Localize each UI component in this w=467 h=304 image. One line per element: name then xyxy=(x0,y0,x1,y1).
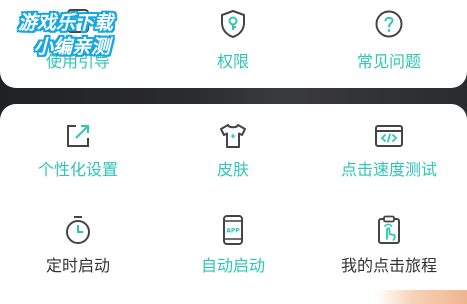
personalize-icon xyxy=(67,125,89,147)
top-menu-card: 使用引导 权限 常见问题 xyxy=(0,0,467,88)
tile-label: 皮肤 xyxy=(216,160,249,179)
code-window-icon xyxy=(375,125,403,147)
tile-permission[interactable]: 权限 xyxy=(155,0,311,88)
app-phone-icon: APP xyxy=(223,215,243,245)
tile-auto-start[interactable]: APP 自动启动 xyxy=(155,208,311,288)
tile-click-speed-test[interactable]: 点击速度测试 xyxy=(311,114,467,204)
tile-label: 权限 xyxy=(216,52,249,71)
tile-guide[interactable]: 使用引导 xyxy=(0,0,156,88)
tile-label: 点击速度测试 xyxy=(340,160,437,179)
tap-clipboard-icon xyxy=(378,215,400,244)
tile-label: 自动启动 xyxy=(200,256,265,275)
tile-skin[interactable]: 皮肤 xyxy=(155,114,311,204)
tile-personalize[interactable]: 个性化设置 xyxy=(0,114,156,204)
tile-click-journey[interactable]: 我的点击旅程 xyxy=(311,208,467,288)
tile-label: 我的点击旅程 xyxy=(340,256,437,275)
timer-icon xyxy=(66,216,90,244)
tile-label: 常见问题 xyxy=(356,52,421,71)
question-icon xyxy=(375,10,403,38)
decorative-strip xyxy=(377,290,467,304)
tile-label: 定时启动 xyxy=(45,256,110,275)
tile-label: 使用引导 xyxy=(45,52,110,71)
tile-faq[interactable]: 常见问题 xyxy=(311,0,467,88)
permission-shield-icon xyxy=(221,10,245,38)
svg-text:APP: APP xyxy=(226,228,240,235)
tile-label: 个性化设置 xyxy=(37,160,118,179)
guide-icon xyxy=(67,9,89,33)
features-card: 个性化设置 皮肤 点击速度测试 定时启动 APP 自动启动 我的点击旅程 xyxy=(0,104,467,304)
tile-timed-start[interactable]: 定时启动 xyxy=(0,208,156,288)
tshirt-skin-icon xyxy=(220,124,246,148)
